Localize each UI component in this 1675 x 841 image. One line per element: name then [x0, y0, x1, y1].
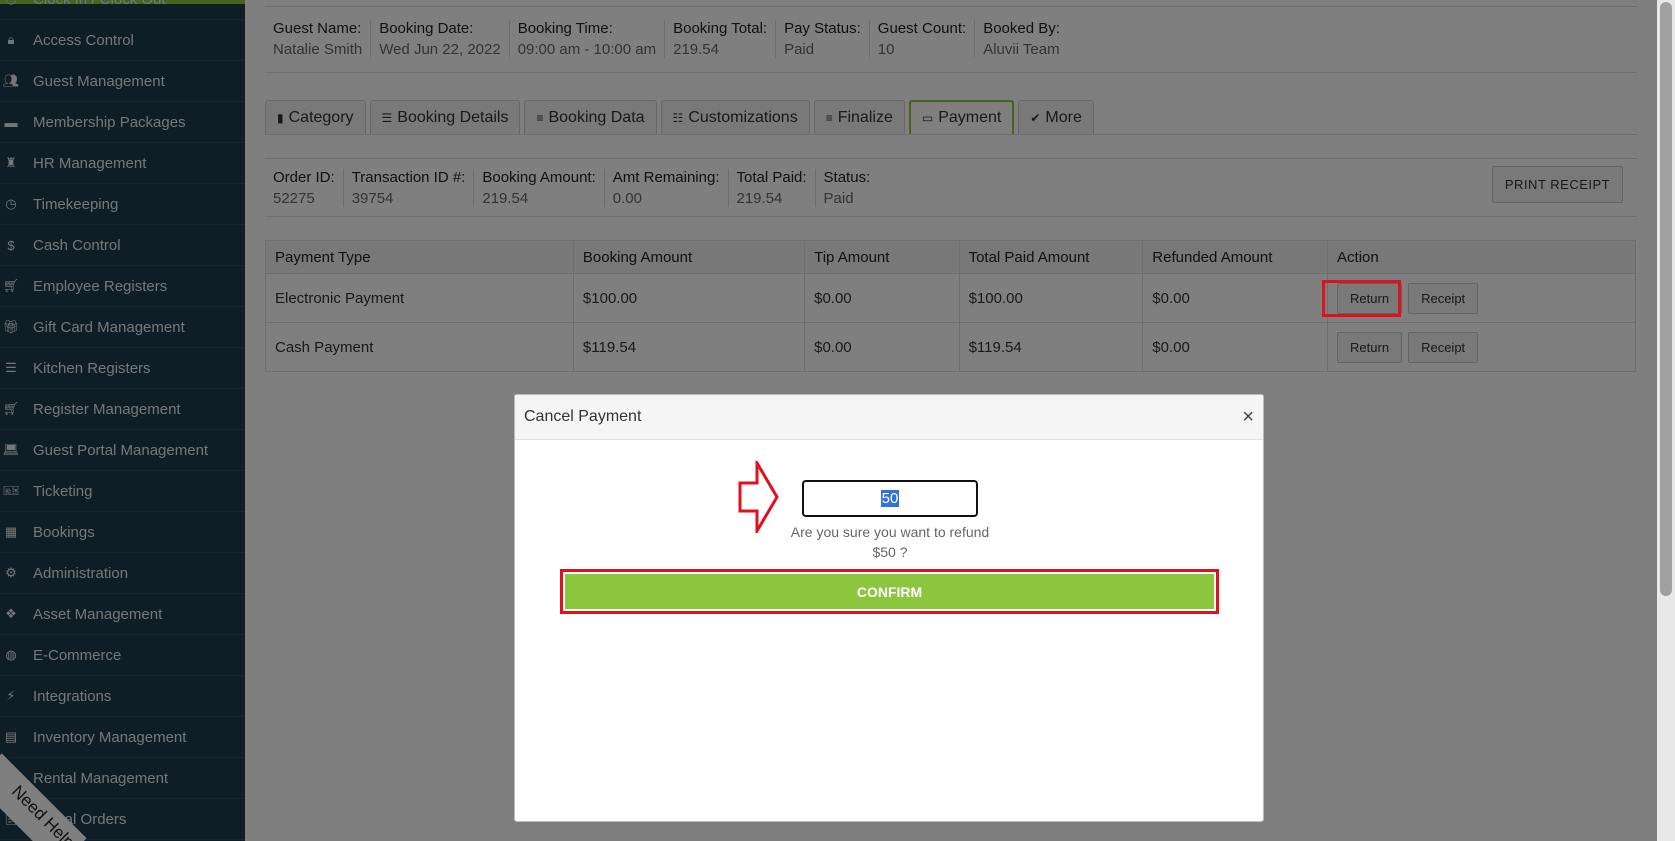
modal-title: Cancel Payment — [524, 408, 642, 425]
cancel-payment-modal: Cancel Payment × 50 Are you sure you wan… — [514, 394, 1264, 822]
return-highlight-box — [1322, 280, 1401, 317]
refund-confirmation-text: Are you sure you want to refund $50 ? — [755, 522, 1025, 562]
modal-header: Cancel Payment × — [515, 395, 1263, 440]
refund-question-line2: $50 ? — [872, 544, 908, 560]
refund-question-line1: Are you sure you want to refund — [790, 524, 990, 540]
page-scrollbar[interactable] — [1657, 0, 1675, 841]
close-icon[interactable]: × — [1242, 406, 1254, 429]
refund-amount-input[interactable]: 50 — [802, 480, 978, 517]
scrollbar-thumb[interactable] — [1660, 2, 1672, 596]
confirm-button[interactable]: CONFIRM — [565, 574, 1214, 609]
refund-amount-value: 50 — [880, 490, 900, 507]
confirm-highlight-box: CONFIRM — [560, 569, 1219, 614]
